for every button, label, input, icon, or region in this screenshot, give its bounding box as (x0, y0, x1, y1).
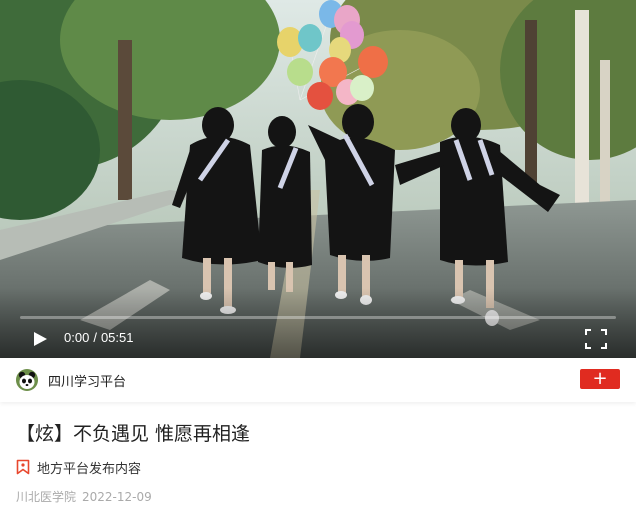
source-label: 地方平台发布内容 (37, 462, 142, 477)
controls-gradient (0, 288, 636, 358)
progress-bar[interactable] (20, 316, 616, 319)
current-time: 0:00 (64, 330, 90, 345)
channel-bar: 四川学习平台 + (0, 358, 636, 402)
panda-avatar-icon (16, 369, 38, 391)
article-meta: 川北医学院 2022-12-09 (16, 488, 152, 505)
publish-date: 2022-12-09 (82, 490, 152, 504)
fullscreen-icon (585, 329, 607, 349)
follow-button[interactable]: + (580, 369, 620, 389)
bookmark-icon (16, 459, 30, 475)
channel-name[interactable]: 四川学习平台 (48, 371, 126, 390)
play-icon (34, 332, 47, 346)
article-title: 【炫】不负遇见 惟愿再相逢 (16, 423, 251, 445)
time-separator: / (93, 330, 97, 345)
author: 川北医学院 (16, 490, 77, 504)
video-player[interactable]: 0:00/05:51 (0, 0, 636, 358)
fullscreen-button[interactable] (585, 329, 607, 349)
play-button[interactable] (32, 331, 48, 347)
follow-label: + (592, 368, 608, 389)
duration: 05:51 (100, 330, 134, 345)
channel-avatar[interactable] (16, 369, 38, 391)
time-display: 0:00/05:51 (64, 330, 133, 345)
